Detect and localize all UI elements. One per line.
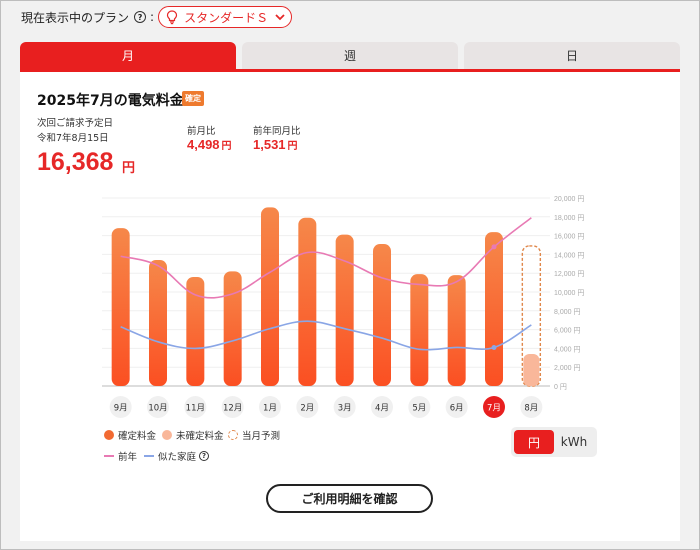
legend-prev-year-label: 前年 <box>118 452 138 463</box>
billing-card: 2025年7月の電気料金 確定 次回ご請求予定日 令和7年8月15日 16,36… <box>20 69 680 541</box>
y-tick-label: 16,000 円 <box>554 233 584 241</box>
x-tick-label: 10月 <box>148 404 167 414</box>
y-tick-label: 10,000 円 <box>554 289 584 297</box>
plan-select[interactable]: スタンダードＳ <box>158 6 293 28</box>
y-tick-label: 2,000 円 <box>554 364 580 372</box>
legend-confirmed: 確定料金 <box>104 428 156 442</box>
y-tick-label: 8,000 円 <box>554 308 580 316</box>
lightbulb-icon <box>166 10 178 25</box>
line-prev-year <box>120 217 532 299</box>
bar-confirmed <box>485 232 503 386</box>
legend-similar-label: 似た家庭 <box>158 452 197 463</box>
unconfirmed-swatch <box>162 430 172 440</box>
bar-confirmed <box>410 274 429 386</box>
x-tick-label: 7月 <box>487 404 501 414</box>
plan-name: スタンダードＳ <box>184 10 269 25</box>
legend-unconfirmed: 未確定料金 <box>162 428 224 442</box>
bar-confirmed <box>261 207 279 386</box>
view-statement-button[interactable]: ご利用明細を確認 <box>266 484 433 513</box>
help-icon[interactable]: ? <box>199 451 210 461</box>
y-tick-label: 14,000 円 <box>554 251 584 259</box>
x-tick-label: 8月 <box>524 404 538 414</box>
x-tick-label: 9月 <box>114 404 128 414</box>
bar-unconfirmed <box>523 354 540 386</box>
legend-prev-year: 前年 <box>104 449 137 463</box>
y-tick-label: 18,000 円 <box>554 214 584 222</box>
plan-label: 現在表示中のプラン <box>21 10 130 25</box>
legend-forecast: 当月予測 <box>228 428 280 442</box>
period-tabs: 月 週 日 <box>20 42 680 69</box>
tab-week-label: 週 <box>343 49 356 63</box>
y-tick-label: 12,000 円 <box>554 270 584 278</box>
legend-confirmed-label: 確定料金 <box>118 431 157 442</box>
billing-chart: 0 円 2,000 円 4,000 円 6,000 円 8,000 円 10,000 円 1… <box>102 195 584 418</box>
tab-day-label: 日 <box>565 49 578 63</box>
help-icon[interactable]: ? <box>134 11 147 23</box>
y-tick-label: 20,000 円 <box>554 195 584 203</box>
confirmed-swatch <box>104 430 114 440</box>
forecast-swatch <box>228 430 238 440</box>
x-tick-label: 4月 <box>375 404 389 414</box>
bar-confirmed <box>447 275 466 386</box>
y-tick-label: 4,000 円 <box>554 345 580 353</box>
prev-year-swatch <box>104 455 114 457</box>
x-tick-label: 11月 <box>186 404 205 414</box>
chevron-down-icon <box>275 14 285 21</box>
x-tick-label: 5月 <box>412 404 426 414</box>
line-prev-year-point <box>491 244 497 250</box>
y-tick-label: 6,000 円 <box>554 327 580 335</box>
legend-unconfirmed-label: 未確定料金 <box>176 431 224 442</box>
bar-confirmed <box>111 228 130 386</box>
unit-toggle: 円 kWh <box>511 427 597 457</box>
legend-forecast-label: 当月予測 <box>242 431 281 442</box>
bar-confirmed <box>186 276 205 386</box>
unit-kwh-button[interactable]: kWh <box>554 430 594 454</box>
tab-month-label: 月 <box>121 49 134 63</box>
x-tick-label: 1月 <box>263 404 277 414</box>
bar-confirmed <box>335 234 354 386</box>
plan-colon: : <box>150 10 155 24</box>
tab-week[interactable]: 週 <box>242 42 458 69</box>
bar-confirmed <box>373 244 391 386</box>
bar-confirmed <box>223 271 242 386</box>
tab-day[interactable]: 日 <box>464 42 680 69</box>
bar-confirmed <box>298 217 317 386</box>
line-similar-household-point <box>491 344 497 350</box>
unit-kwh-label: kWh <box>560 435 588 449</box>
unit-yen-button[interactable]: 円 <box>514 430 554 454</box>
similar-swatch <box>144 455 154 457</box>
x-tick-label: 3月 <box>338 404 352 414</box>
x-tick-label: 2月 <box>300 404 314 414</box>
x-tick-label: 6月 <box>450 404 464 414</box>
bar-confirmed <box>149 260 167 386</box>
unit-yen-label: 円 <box>527 435 540 450</box>
legend-similar: 似た家庭 ? <box>144 449 210 463</box>
x-tick-label: 12月 <box>223 404 242 414</box>
line-similar-household <box>120 320 532 351</box>
view-statement-label: ご利用明細を確認 <box>301 492 398 506</box>
tab-month[interactable]: 月 <box>20 42 236 69</box>
plan-row: 現在表示中のプラン ? : スタンダードＳ <box>21 6 293 28</box>
y-tick-label: 0 円 <box>554 383 567 391</box>
